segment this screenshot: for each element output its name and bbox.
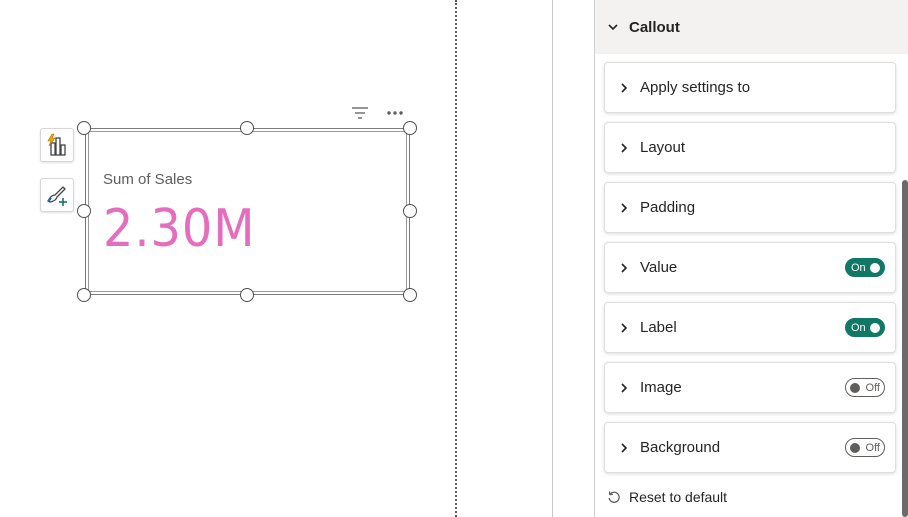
card-title: Padding [640, 199, 696, 216]
quick-insights-button[interactable] [40, 128, 74, 162]
toggle-knob [870, 262, 880, 273]
card-title: Image [640, 379, 682, 396]
background-toggle[interactable]: Off [845, 438, 885, 457]
chevron-right-icon [621, 142, 628, 153]
toggle-state-label: On [851, 261, 866, 274]
chevron-down-icon [608, 24, 618, 31]
card-title: Apply settings to [640, 79, 751, 96]
chevron-right-icon [621, 442, 628, 453]
image-toggle[interactable]: Off [845, 378, 885, 397]
card-value: 2.30M [103, 199, 256, 259]
resize-handle-top[interactable] [240, 121, 254, 135]
card-visual[interactable]: Sum of Sales 2.30M [85, 128, 410, 295]
chevron-right-icon [621, 322, 628, 333]
resize-handle-bottom-right[interactable] [403, 288, 417, 302]
card-title: Value [640, 259, 678, 276]
card-title: Background [640, 439, 721, 456]
callout-section-title: Callout [629, 18, 680, 36]
toggle-knob [850, 442, 860, 453]
chevron-right-icon [621, 82, 628, 93]
card-layout[interactable]: Layout [604, 122, 896, 173]
card-value-settings[interactable]: Value On [604, 242, 896, 293]
toggle-state-label: On [851, 321, 866, 334]
chevron-right-icon [621, 202, 628, 213]
toggle-state-label: Off [865, 381, 880, 394]
reset-to-default-button[interactable]: Reset to default [607, 489, 727, 505]
card-apply-settings-to[interactable]: Apply settings to [604, 62, 896, 113]
format-brush-button[interactable] [40, 178, 74, 212]
card-image-settings[interactable]: Image Off [604, 362, 896, 413]
resize-handle-right[interactable] [403, 204, 417, 218]
chevron-right-icon [621, 382, 628, 393]
pane-divider [552, 0, 553, 517]
value-toggle[interactable]: On [845, 258, 885, 277]
label-toggle[interactable]: On [845, 318, 885, 337]
canvas-boundary [455, 0, 457, 517]
card-padding[interactable]: Padding [604, 182, 896, 233]
resize-handle-left[interactable] [77, 204, 91, 218]
card-background-settings[interactable]: Background Off [604, 422, 896, 473]
more-options-icon [387, 111, 403, 115]
quick-insights-icon [47, 133, 66, 156]
card-label-settings[interactable]: Label On [604, 302, 896, 353]
callout-section-header[interactable]: Callout [595, 0, 908, 54]
resize-handle-top-left[interactable] [77, 121, 91, 135]
reset-to-default-label: Reset to default [629, 489, 728, 505]
resize-handle-bottom[interactable] [240, 288, 254, 302]
visual-filter-button[interactable] [351, 104, 371, 122]
format-pane: Callout Apply settings to Layout Padding… [594, 0, 908, 517]
canvas-gutter [458, 0, 552, 517]
resize-handle-bottom-left[interactable] [77, 288, 91, 302]
card-title: Layout [640, 139, 686, 156]
card-label: Sum of Sales [103, 171, 193, 188]
chevron-right-icon [621, 262, 628, 273]
format-brush-add-icon [47, 186, 67, 206]
pane-scrollbar-thumb[interactable] [902, 180, 908, 517]
report-canvas[interactable]: Sum of Sales 2.30M [0, 0, 456, 517]
filter-icon [352, 107, 368, 119]
resize-handle-top-right[interactable] [403, 121, 417, 135]
card-title: Label [640, 319, 677, 336]
reset-icon [608, 491, 620, 503]
toggle-knob [870, 322, 880, 333]
toggle-state-label: Off [865, 441, 880, 454]
toggle-knob [850, 382, 860, 393]
more-options-button[interactable] [385, 104, 407, 122]
